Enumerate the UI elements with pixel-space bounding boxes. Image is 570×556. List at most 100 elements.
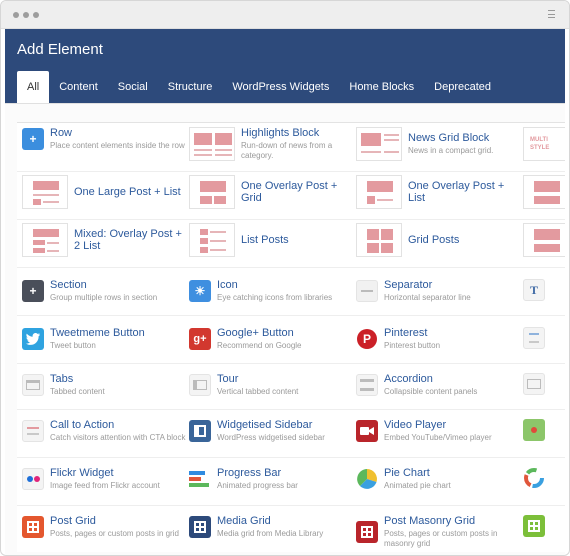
progress-bar-icon — [189, 468, 211, 490]
element-media-grid[interactable]: Media Grid Media grid from Media Library — [189, 515, 355, 539]
partial-thumbnail — [523, 223, 565, 257]
element-text-icon-partial[interactable]: T — [523, 279, 565, 301]
text-icon: T — [523, 279, 545, 301]
element-separator[interactable]: Separator Horizontal separator line — [356, 279, 522, 303]
element-title: Call to Action — [50, 419, 115, 431]
list-posts-thumbnail — [189, 223, 235, 257]
video-camera-icon — [356, 420, 378, 442]
grid-icon — [523, 515, 545, 537]
element-mixed-overlay-post-2-list[interactable]: Mixed: Overlay Post + 2 List — [22, 223, 188, 257]
element-desc: Tabbed content — [50, 387, 105, 396]
grid-icon — [22, 516, 44, 538]
element-title: Tabs — [50, 373, 74, 385]
element-multi-style[interactable]: MULTI STYLE — [523, 127, 565, 161]
grid-icon — [356, 521, 378, 543]
element-desc: Embed YouTube/Vimeo player — [384, 433, 492, 442]
highlights-block-thumbnail — [189, 127, 235, 161]
element-desc: Animated pie chart — [384, 481, 451, 490]
tab-wordpress-widgets[interactable]: WordPress Widgets — [222, 71, 339, 103]
element-partial-thumb-2[interactable] — [523, 175, 565, 209]
element-desc: Pinterest button — [384, 341, 441, 350]
element-partial-thumb-3[interactable] — [523, 223, 565, 257]
element-desc: Run-down of news from a category. — [241, 141, 333, 160]
element-progress-bar[interactable]: Progress Bar Animated progress bar — [189, 467, 355, 491]
element-tabs[interactable]: Tabs Tabbed content — [22, 373, 188, 397]
tab-deprecated[interactable]: Deprecated — [424, 71, 501, 103]
element-desc: WordPress widgetised sidebar — [217, 433, 325, 442]
tab-all[interactable]: All — [17, 71, 50, 103]
pie-chart-icon — [356, 468, 378, 490]
mixed-overlay-post-2-list-thumbnail — [22, 223, 68, 257]
element-section[interactable]: + Section Group multiple rows in section — [22, 279, 188, 303]
tab-structure[interactable]: Structure — [158, 71, 223, 103]
element-post-grid[interactable]: Post Grid Posts, pages or custom posts in… — [22, 515, 188, 539]
element-grid-posts[interactable]: Grid Posts — [356, 223, 522, 257]
element-list-area: + Row Place content elements inside the r… — [5, 103, 565, 555]
element-desc: Posts, pages or custom posts in grid — [50, 529, 179, 538]
element-title: News Grid Block — [408, 132, 490, 144]
multi-style-thumbnail: MULTI STYLE — [523, 127, 565, 161]
tab-home-blocks[interactable]: Home Blocks — [339, 71, 424, 103]
google-plus-icon: g+ — [189, 328, 211, 350]
element-title: Google+ Button — [217, 327, 294, 339]
element-partial-map[interactable] — [523, 419, 565, 441]
tabs-icon — [22, 374, 44, 396]
element-partial-text-block[interactable] — [523, 327, 565, 349]
element-title: One Overlay Post + List — [408, 180, 505, 204]
element-title: Flickr Widget — [50, 467, 114, 479]
element-partial-green-grid[interactable] — [523, 515, 565, 537]
one-large-post-list-thumbnail — [22, 175, 68, 209]
element-video-player[interactable]: Video Player Embed YouTube/Vimeo player — [356, 419, 522, 443]
element-one-overlay-post-list[interactable]: One Overlay Post + List — [356, 175, 522, 209]
element-desc: Collapsible content panels — [384, 387, 478, 396]
element-desc: Group multiple rows in section — [50, 293, 158, 302]
element-title: Tweetmeme Button — [50, 327, 145, 339]
image-icon — [523, 373, 545, 395]
element-news-grid-block[interactable]: News Grid Block News in a compact grid. — [356, 127, 522, 161]
element-title: Widgetised Sidebar — [217, 419, 313, 431]
element-flickr-widget[interactable]: Flickr Widget Image feed from Flickr acco… — [22, 467, 188, 491]
element-pie-chart[interactable]: Pie Chart Animated pie chart — [356, 467, 522, 491]
element-post-masonry-grid[interactable]: Post Masonry Grid Posts, pages or custom … — [356, 515, 522, 549]
multi-style-label: MULTI STYLE — [530, 137, 550, 151]
element-title: Video Player — [384, 419, 447, 431]
element-desc: Catch visitors attention with CTA block — [50, 433, 186, 442]
window-dots — [13, 12, 39, 18]
element-call-to-action[interactable]: Call to Action Catch visitors attention w… — [22, 419, 188, 443]
element-title: Post Masonry Grid — [384, 515, 476, 527]
element-row[interactable]: + Row Place content elements inside the r… — [22, 127, 188, 151]
element-title: One Overlay Post + Grid — [241, 180, 338, 204]
element-partial-round-chart[interactable] — [523, 467, 565, 489]
element-highlights-block[interactable]: Highlights Block Run-down of news from a … — [189, 127, 355, 161]
element-title: Row — [50, 127, 73, 139]
element-tour[interactable]: Tour Vertical tabbed content — [189, 373, 355, 397]
dialog-title: Add Element — [17, 41, 103, 58]
element-partial-image[interactable] — [523, 373, 565, 395]
element-desc: Vertical tabbed content — [217, 387, 299, 396]
element-desc: Animated progress bar — [217, 481, 298, 490]
element-one-large-post-list[interactable]: One Large Post + List — [22, 175, 188, 209]
separator-icon — [356, 280, 378, 302]
call-to-action-icon — [22, 420, 44, 442]
element-title: One Large Post + List — [74, 186, 181, 198]
element-google-plus-button[interactable]: g+ Google+ Button Recommend on Google — [189, 327, 355, 351]
tab-social[interactable]: Social — [108, 71, 158, 103]
element-title: Media Grid — [217, 515, 271, 527]
element-desc: Horizontal separator line — [384, 293, 471, 302]
element-tweetmeme-button[interactable]: Tweetmeme Button Tweet button — [22, 327, 188, 351]
element-grid: + Row Place content elements inside the r… — [17, 122, 565, 552]
element-desc: Media grid from Media Library — [217, 529, 324, 538]
sidebar-icon — [189, 420, 211, 442]
element-title: List Posts — [241, 234, 289, 246]
element-one-overlay-post-grid[interactable]: One Overlay Post + Grid — [189, 175, 355, 209]
element-icon[interactable]: ☀ Icon Eye catching icons from libraries — [189, 279, 355, 303]
menu-icon[interactable] — [548, 10, 555, 18]
element-pinterest[interactable]: P Pinterest Pinterest button — [356, 327, 522, 351]
element-list-posts[interactable]: List Posts — [189, 223, 355, 257]
element-accordion[interactable]: Accordion Collapsible content panels — [356, 373, 522, 397]
element-widgetised-sidebar[interactable]: Widgetised Sidebar WordPress widgetised s… — [189, 419, 355, 443]
element-title: Pie Chart — [384, 467, 430, 479]
tab-content[interactable]: Content — [49, 71, 108, 103]
element-title: Grid Posts — [408, 234, 460, 246]
element-title: Separator — [384, 279, 433, 291]
